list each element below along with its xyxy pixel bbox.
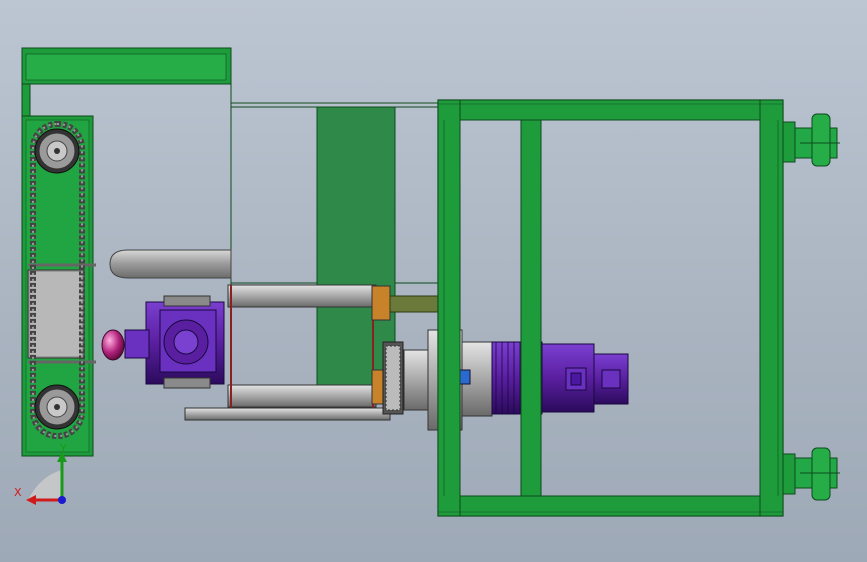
- outer-frame: [437, 99, 784, 517]
- gear-reducer: [101, 295, 225, 389]
- cad-viewport[interactable]: Y X: [0, 0, 867, 562]
- caster-wheel-top: [782, 113, 840, 167]
- cad-assembly-drawing: Y X: [14, 47, 840, 517]
- upper-sprocket: [34, 128, 80, 174]
- x-axis-label: X: [14, 486, 22, 499]
- top-bracket: [21, 47, 232, 117]
- curved-pipe: [109, 249, 232, 279]
- caster-wheel-bottom: [782, 447, 840, 501]
- lower-sprocket: [34, 384, 80, 430]
- y-axis-label: Y: [59, 442, 67, 455]
- servo-motor: [491, 341, 629, 415]
